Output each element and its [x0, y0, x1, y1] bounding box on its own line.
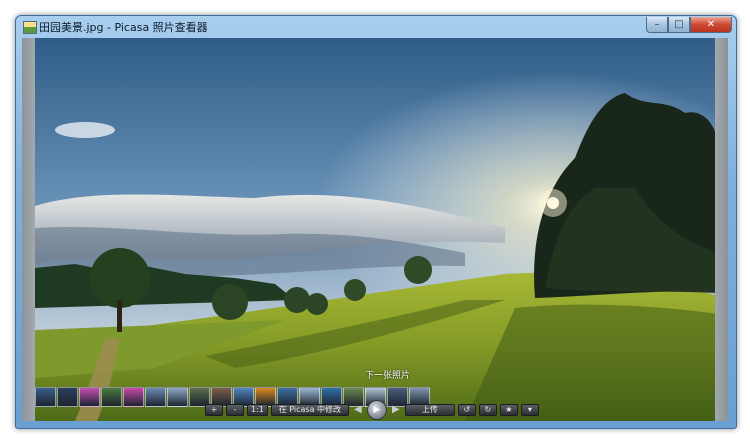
minimize-button[interactable]: –	[646, 17, 668, 33]
upload-button[interactable]: 上传	[404, 404, 455, 416]
left-frame	[22, 38, 35, 421]
picasa-viewer-window: 田园美景.jpg - Picasa 照片查看器 – □ ✕ 下一张照片 + - …	[15, 15, 737, 429]
close-button[interactable]: ✕	[690, 17, 732, 33]
viewer-area: 下一张照片 + - 1:1 在 Picasa 中修改 ◀ ▶ ▶ 上传 ↺ ↻ …	[22, 38, 728, 421]
zoom-in-button[interactable]: +	[205, 404, 223, 416]
maximize-button[interactable]: □	[668, 17, 690, 33]
next-photo-caption: 下一张照片	[365, 371, 411, 381]
edit-in-picasa-button[interactable]: 在 Picasa 中修改	[270, 404, 349, 416]
picasa-app-icon	[23, 21, 37, 34]
right-frame	[715, 38, 728, 421]
window-controls: – □ ✕	[646, 17, 732, 34]
zoom-out-button[interactable]: -	[226, 404, 244, 416]
thumbnail-6[interactable]	[145, 387, 166, 407]
slideshow-play-icon[interactable]: ▶	[366, 400, 387, 420]
thumbnail-3[interactable]	[79, 387, 100, 407]
thumbnail-7[interactable]	[167, 387, 188, 407]
rotate-right-icon[interactable]: ↻	[478, 404, 497, 416]
window-title: 田园美景.jpg - Picasa 照片查看器	[39, 21, 208, 34]
more-options-icon[interactable]: ▾	[520, 404, 539, 416]
next-photo-icon[interactable]: ▶	[390, 403, 402, 417]
previous-photo-icon[interactable]: ◀	[352, 403, 364, 417]
thumbnail-4[interactable]	[101, 387, 122, 407]
thumbnail-1[interactable]	[35, 387, 56, 407]
star-icon[interactable]: ★	[499, 404, 518, 416]
photo-view[interactable]: 下一张照片 + - 1:1 在 Picasa 中修改 ◀ ▶ ▶ 上传 ↺ ↻ …	[35, 38, 718, 421]
actual-size-button[interactable]: 1:1	[247, 404, 268, 416]
viewer-toolbar: + - 1:1 在 Picasa 中修改 ◀ ▶ ▶ 上传 ↺ ↻ ★ ▾	[205, 400, 539, 420]
title-bar[interactable]: 田园美景.jpg - Picasa 照片查看器 – □ ✕	[16, 16, 736, 38]
landscape-photo	[35, 38, 718, 421]
rotate-left-icon[interactable]: ↺	[457, 404, 476, 416]
thumbnail-5[interactable]	[123, 387, 144, 407]
thumbnail-2[interactable]	[57, 387, 78, 407]
